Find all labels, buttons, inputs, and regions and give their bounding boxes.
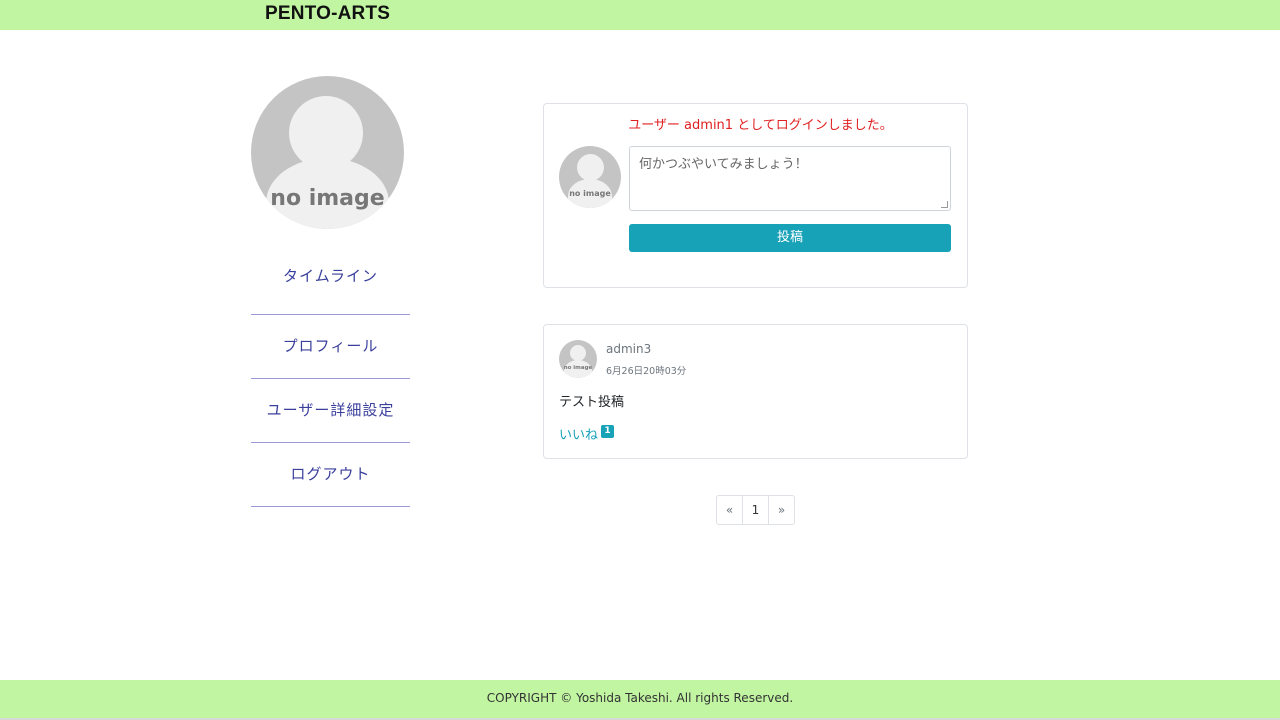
post-submit-button[interactable]: 投稿 [629, 224, 951, 252]
like-count-badge: 1 [601, 425, 614, 438]
site-footer: COPYRIGHT © Yoshida Takeshi. All rights … [0, 680, 1280, 720]
composer-avatar: no image [559, 146, 621, 208]
pagination-prev-button[interactable]: « [717, 496, 742, 524]
sidebar-item-user-settings[interactable]: ユーザー詳細設定 [251, 379, 410, 443]
like-link[interactable]: いいね [559, 424, 598, 443]
profile-avatar: no image [251, 76, 404, 229]
post-composer-card: ユーザー admin1 としてログインしました。 no image 何かつぶやい… [543, 103, 968, 288]
avatar-head-shape [570, 345, 586, 361]
copyright-text: COPYRIGHT © Yoshida Takeshi. All rights … [486, 691, 794, 705]
sidebar-nav: タイムライン プロフィール ユーザー詳細設定 ログアウト [251, 245, 410, 507]
post-body-text: テスト投稿 [559, 395, 625, 410]
pagination: « 1 » [716, 495, 795, 525]
avatar-head-shape [577, 154, 604, 181]
resize-handle-icon[interactable] [941, 201, 948, 208]
sidebar-item-profile[interactable]: プロフィール [251, 315, 410, 379]
post-textarea[interactable]: 何かつぶやいてみましょう！ [629, 146, 951, 211]
sidebar-item-timeline[interactable]: タイムライン [251, 245, 410, 315]
post-author-avatar[interactable]: no image [559, 340, 597, 378]
site-brand[interactable]: PENTO-ARTS [265, 3, 390, 25]
post-card: no image admin3 6月26日20時03分 テスト投稿 いいね 1 [543, 324, 968, 459]
post-author-name[interactable]: admin3 [606, 342, 651, 356]
site-header: PENTO-ARTS [0, 0, 1280, 30]
post-timestamp: 6月26日20時03分 [606, 366, 687, 377]
pagination-next-button[interactable]: » [768, 496, 794, 524]
sidebar-item-logout[interactable]: ログアウト [251, 443, 410, 507]
pagination-page-1[interactable]: 1 [742, 496, 768, 524]
login-flash-message: ユーザー admin1 としてログインしました。 [628, 118, 893, 133]
avatar-placeholder-text: no image [270, 186, 385, 211]
avatar-placeholder-text: no image [563, 365, 593, 371]
avatar-placeholder-text: no image [569, 189, 611, 198]
post-textarea-placeholder: 何かつぶやいてみましょう！ [639, 157, 808, 172]
